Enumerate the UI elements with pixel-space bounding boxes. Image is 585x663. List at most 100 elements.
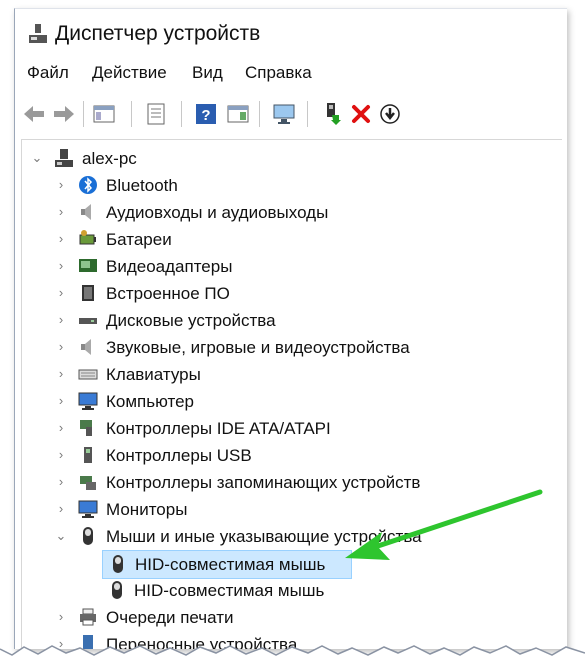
help-button[interactable]: ? [193, 101, 219, 127]
uninstall-device-button[interactable] [348, 101, 374, 127]
tree-category-row[interactable]: › Bluetooth [22, 172, 542, 199]
tree-category-row[interactable]: › Видеоадаптеры [22, 253, 542, 280]
tree-root-row[interactable]: ⌄ alex-pc [22, 145, 542, 172]
chevron-right-icon[interactable]: › [54, 232, 68, 246]
usb-controller-icon [84, 447, 92, 463]
chevron-right-icon[interactable]: › [54, 394, 68, 408]
category-label: Встроенное ПО [106, 284, 230, 303]
show-hide-console-tree-button[interactable] [91, 101, 117, 127]
update-driver-icon [327, 103, 341, 125]
action-pane-icon [227, 105, 249, 123]
category-label: Аудиовходы и аудиовыходы [106, 203, 329, 222]
menu-file[interactable]: Файл [27, 63, 69, 83]
toolbar-separator [131, 101, 132, 127]
category-label: Дисковые устройства [106, 311, 276, 330]
tree-category-row[interactable]: › Батареи [22, 226, 542, 253]
display-adapter-icon [79, 259, 97, 272]
toolbar-separator [259, 101, 260, 127]
toolbar-separator [307, 101, 308, 127]
console-tree-icon [93, 105, 115, 123]
chevron-right-icon[interactable]: › [54, 610, 68, 624]
category-label: Видеоадаптеры [106, 257, 233, 276]
chevron-down-icon[interactable]: ⌄ [54, 529, 68, 543]
toolbar-separator [181, 101, 182, 127]
properties-button[interactable] [143, 101, 169, 127]
chevron-right-icon[interactable]: › [54, 448, 68, 462]
chevron-right-icon[interactable]: › [54, 205, 68, 219]
chevron-right-icon[interactable]: › [54, 286, 68, 300]
red-x-icon [352, 105, 370, 123]
category-label: Мыши и иные указывающие устройства [106, 527, 422, 546]
category-label: Мониторы [106, 500, 188, 519]
device-tree: ⌄ alex-pc › Bluetooth › Аудиовходы и аудиов… [21, 139, 562, 649]
menu-action[interactable]: Действие [92, 63, 167, 83]
chevron-right-icon[interactable]: › [54, 259, 68, 273]
category-label: Контроллеры USB [106, 446, 252, 465]
bluetooth-icon [79, 176, 97, 194]
tree-category-row[interactable]: › Контроллеры IDE ATA/ATAPI [22, 415, 542, 442]
menu-help[interactable]: Справка [245, 63, 312, 83]
computer-root-icon [55, 149, 73, 167]
chevron-right-icon[interactable]: › [54, 502, 68, 516]
category-label: Bluetooth [106, 176, 178, 195]
scan-hardware-button[interactable] [271, 101, 297, 127]
menu-view[interactable]: Вид [192, 63, 223, 83]
category-label: Батареи [106, 230, 172, 249]
chevron-right-icon[interactable]: › [54, 421, 68, 435]
mouse-icon [83, 527, 93, 545]
tree-category-row[interactable]: › Клавиатуры [22, 361, 542, 388]
chevron-right-icon[interactable]: › [54, 367, 68, 381]
root-label: alex-pc [82, 149, 137, 168]
action-pane-button[interactable] [225, 101, 251, 127]
tree-category-row[interactable]: › Аудиовходы и аудиовыходы [22, 199, 542, 226]
disable-device-button[interactable] [377, 101, 403, 127]
tree-category-row[interactable]: › Дисковые устройства [22, 307, 542, 334]
firmware-icon [82, 285, 94, 301]
tree-device-row[interactable]: HID-совместимая мышь [102, 550, 352, 579]
toolbar-separator [83, 101, 84, 127]
computer-icon [78, 392, 98, 410]
mouse-device-icon [112, 581, 122, 599]
tree-category-row[interactable]: › Контроллеры запоминающих устройств [22, 469, 542, 496]
battery-icon [79, 230, 96, 245]
monitor-icon [78, 500, 98, 518]
chevron-right-icon[interactable]: › [54, 475, 68, 489]
chevron-down-icon[interactable]: ⌄ [30, 151, 44, 165]
title-bar: Диспетчер устройств [15, 9, 567, 59]
tree-device-row[interactable]: HID-совместимая мышь [102, 577, 350, 604]
update-driver-button[interactable] [319, 101, 345, 127]
tree-category-row[interactable]: › Мониторы [22, 496, 542, 523]
category-label: Контроллеры IDE ATA/ATAPI [106, 419, 331, 438]
speaker-icon [81, 204, 91, 220]
properties-icon [147, 103, 165, 125]
category-label: Очереди печати [106, 608, 234, 627]
chevron-right-icon[interactable]: › [54, 313, 68, 327]
category-label: Клавиатуры [106, 365, 201, 384]
keyboard-icon [78, 369, 98, 380]
down-arrow-circle-icon [380, 104, 400, 124]
forward-button[interactable] [51, 101, 77, 127]
tree-category-print-queues[interactable]: › Очереди печати [22, 604, 542, 631]
device-label: HID-совместимая мышь [135, 555, 326, 574]
ide-controller-icon [80, 420, 92, 436]
storage-controller-icon [80, 476, 96, 490]
torn-edge [0, 645, 585, 663]
device-manager-window: Диспетчер устройств Файл Действие Вид Сп… [14, 8, 567, 649]
chevron-right-icon[interactable]: › [54, 178, 68, 192]
tree-category-row[interactable]: › Звуковые, игровые и видеоустройства [22, 334, 542, 361]
printer-icon [80, 608, 96, 626]
svg-text:?: ? [201, 107, 210, 124]
forward-arrow-icon [54, 106, 74, 122]
tree-category-row[interactable]: › Контроллеры USB [22, 442, 542, 469]
back-button[interactable] [21, 101, 47, 127]
chevron-right-icon[interactable]: › [54, 340, 68, 354]
category-label: Компьютер [106, 392, 194, 411]
tree-category-row[interactable]: › Компьютер [22, 388, 542, 415]
disk-drive-icon [79, 318, 97, 324]
tree-category-row[interactable]: › Встроенное ПО [22, 280, 542, 307]
device-manager-icon [29, 24, 47, 43]
monitor-scan-icon [273, 104, 295, 124]
tree-category-row[interactable]: ⌄ Мыши и иные указывающие устройства [22, 523, 542, 550]
category-label: Контроллеры запоминающих устройств [106, 473, 421, 492]
device-label: HID-совместимая мышь [134, 581, 325, 600]
